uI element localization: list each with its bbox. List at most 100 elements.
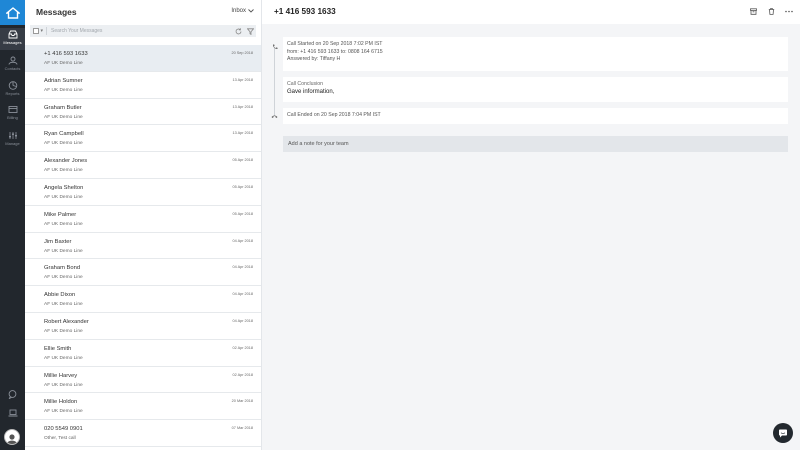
list-item[interactable]: Millie Harvey AF UK Demo Line 02 Apr 201… <box>25 367 261 394</box>
list-item[interactable]: Robert Alexander AF UK Demo Line 04 Apr … <box>25 313 261 340</box>
list-item[interactable]: +1 416 593 1633 AF UK Demo Line 20 Sep 2… <box>25 45 261 72</box>
list-item[interactable]: Adrian Sumner AF UK Demo Line 13 Apr 201… <box>25 72 261 99</box>
divider <box>46 27 48 35</box>
contact-name: Robert Alexander <box>44 318 89 325</box>
filter-icon <box>246 27 254 35</box>
line-name: AF UK Demo Line <box>44 141 83 147</box>
trash-icon <box>768 7 774 15</box>
inbox-filter-dropdown[interactable]: Inbox <box>231 8 254 14</box>
conversation-detail: +1 416 593 1633 Call Started on 20 Sep 2… <box>262 0 800 450</box>
more-horizontal-icon <box>785 10 793 12</box>
contact-name: Ryan Campbell <box>44 131 84 138</box>
live-chat-button[interactable] <box>773 423 793 443</box>
call-ended-card: Call Ended on 20 Sep 2018 7:04 PM IST <box>283 108 788 124</box>
list-item[interactable]: Graham Butler AF UK Demo Line 13 Apr 201… <box>25 99 261 126</box>
message-date: 05 Apr 2018 <box>232 211 253 216</box>
hangup-icon <box>271 113 278 120</box>
list-item[interactable]: Alexander Jones AF UK Demo Line 05 Apr 2… <box>25 152 261 179</box>
list-item[interactable]: Ellie Smith AF UK Demo Line 02 Apr 2018 <box>25 340 261 367</box>
chat-support-button[interactable] <box>0 387 25 401</box>
contact-name: Jim Baxter <box>44 238 72 245</box>
line-name: AF UK Demo Line <box>44 409 83 415</box>
message-date: 04 Apr 2018 <box>232 318 253 323</box>
add-note-input[interactable]: Add a note for your team <box>283 136 788 152</box>
message-list-panel: Messages Inbox ▾ +1 416 593 1633 AF UK D… <box>25 0 262 450</box>
billing-icon <box>8 106 17 113</box>
more-options-button[interactable] <box>785 7 793 15</box>
rail-reports-label: Reports <box>5 91 20 96</box>
message-date: 05 Apr 2018 <box>232 184 253 189</box>
archive-button[interactable] <box>749 7 757 15</box>
list-item[interactable]: Jim Baxter AF UK Demo Line 04 Apr 2018 <box>25 233 261 260</box>
line-name: AF UK Demo Line <box>44 221 83 227</box>
inbox-icon <box>8 30 17 39</box>
conversation-title: +1 416 593 1633 <box>274 7 336 16</box>
line-name: AF UK Demo Line <box>44 302 83 308</box>
app-rail: Messages Contacts Reports Billing Manage <box>0 0 25 450</box>
laptop-icon <box>8 409 17 417</box>
rail-manage[interactable]: Manage <box>0 129 25 151</box>
select-all-checkbox[interactable] <box>33 28 39 34</box>
line-name: AF UK Demo Line <box>44 328 83 334</box>
line-name: AF UK Demo Line <box>44 168 83 174</box>
rail-contacts[interactable]: Contacts <box>0 54 25 76</box>
house-icon <box>5 6 20 19</box>
line-name: AF UK Demo Line <box>44 194 83 200</box>
line-name: AF UK Demo Line <box>44 382 83 388</box>
message-date: 07 Mar 2018 <box>231 426 253 431</box>
message-date: 13 Apr 2018 <box>232 131 253 136</box>
contact-name: Angela Shelton <box>44 184 84 191</box>
contact-name: Mike Palmer <box>44 211 77 218</box>
message-list-header: Messages Inbox <box>25 0 262 24</box>
chevron-down-icon[interactable]: ▾ <box>41 28 44 34</box>
line-name: AF UK Demo Line <box>44 248 83 254</box>
list-item[interactable]: Millie Holdon AF UK Demo Line 20 Mar 201… <box>25 393 261 421</box>
search-input[interactable] <box>51 28 232 34</box>
rail-contacts-label: Contacts <box>4 66 21 71</box>
message-date: 13 Apr 2018 <box>232 77 253 82</box>
desktop-app-button[interactable] <box>0 406 25 420</box>
message-date: 20 Sep 2018 <box>231 51 253 55</box>
message-date: 13 Apr 2018 <box>232 104 253 109</box>
message-date: 04 Apr 2018 <box>232 292 253 297</box>
rail-reports[interactable]: Reports <box>0 79 25 101</box>
sliders-icon <box>8 132 17 139</box>
archive-icon <box>749 7 757 15</box>
list-item[interactable]: Ryan Campbell AF UK Demo Line 13 Apr 201… <box>25 125 261 153</box>
list-item[interactable]: Graham Bond AF UK Demo Line 04 Apr 2018 <box>25 259 261 287</box>
inbox-filter-label: Inbox <box>231 8 246 14</box>
contact-name: 020 5549 0901 <box>44 426 83 433</box>
refresh-icon <box>235 27 241 34</box>
chat-bubble-icon <box>779 429 787 437</box>
line-name: AF UK Demo Line <box>44 275 83 281</box>
rail-billing-label: Billing <box>7 115 18 120</box>
conversation-header: +1 416 593 1633 <box>262 0 800 24</box>
contact-name: Adrian Sumner <box>44 77 83 84</box>
delete-button[interactable] <box>767 7 775 15</box>
avatar[interactable] <box>4 429 20 445</box>
message-date: 02 Apr 2018 <box>232 372 253 377</box>
timeline-line <box>274 48 275 116</box>
call-ended-text: Call Ended on 20 Sep 2018 7:04 PM IST <box>287 112 381 118</box>
contact-name: Graham Butler <box>44 104 82 111</box>
page-title: Messages <box>36 7 77 17</box>
refresh-button[interactable] <box>232 25 244 37</box>
list-item[interactable]: Mike Palmer AF UK Demo Line 05 Apr 2018 <box>25 206 261 233</box>
line-name: AF UK Demo Line <box>44 355 83 361</box>
list-item[interactable]: Angela Shelton AF UK Demo Line 05 Apr 20… <box>25 179 261 206</box>
call-from-to-text: from: +1 416 593 1633 to: 0808 164 6715 <box>287 48 383 55</box>
rail-billing[interactable]: Billing <box>0 103 25 125</box>
rail-messages[interactable]: Messages <box>0 28 25 50</box>
list-item[interactable]: 020 5549 0901 Other, Test call 07 Mar 20… <box>25 420 261 447</box>
filter-button[interactable] <box>244 25 256 37</box>
contact-name: Graham Bond <box>44 265 81 272</box>
contact-name: +1 416 593 1633 <box>44 51 88 57</box>
list-item[interactable]: Abbie Dixon AF UK Demo Line 04 Apr 2018 <box>25 286 261 313</box>
line-name: AF UK Demo Line <box>44 114 83 120</box>
contacts-icon <box>8 56 17 65</box>
call-conclusion-value: Gave information, <box>287 89 335 95</box>
home-logo[interactable] <box>0 0 25 25</box>
line-name: AF UK Demo Line <box>44 87 83 93</box>
rail-manage-label: Manage <box>5 141 20 146</box>
message-date: 02 Apr 2018 <box>232 345 253 350</box>
